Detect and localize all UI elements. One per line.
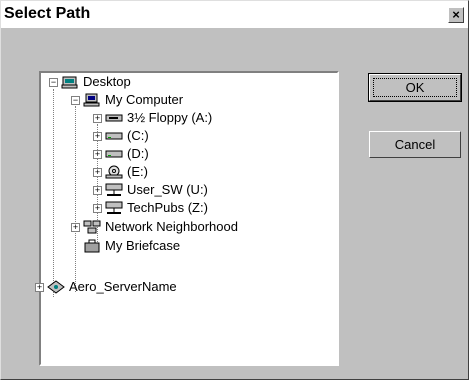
tree-item-label: 3½ Floppy (A:) (127, 110, 213, 125)
tree-item-desktop[interactable]: − Desktop (41, 73, 331, 91)
tree-item-drive-c[interactable]: + (C:) (41, 127, 331, 145)
cancel-button-label: Cancel (394, 137, 436, 152)
desktop-icon (61, 76, 78, 89)
tree-item-label: (C:) (127, 128, 149, 143)
tree-item-aero-servername[interactable]: + Aero_ServerName (35, 278, 331, 296)
cancel-button[interactable]: Cancel (369, 131, 461, 158)
hard-drive-icon (105, 132, 123, 140)
tree-item-label: (D:) (127, 146, 149, 161)
tree-item-drive-e[interactable]: + (E:) (41, 163, 331, 181)
close-button[interactable]: × (448, 7, 464, 23)
tree-item-user-sw[interactable]: + User_SW (U:) (41, 181, 331, 199)
server-icon (47, 280, 65, 294)
expand-icon[interactable]: + (93, 114, 102, 123)
network-drive-icon (105, 201, 123, 214)
floppy-drive-icon (105, 114, 123, 122)
expand-icon[interactable]: + (71, 223, 80, 232)
title-bar[interactable]: Select Path × (1, 1, 468, 28)
expand-icon[interactable]: + (93, 168, 102, 177)
tree-item-techpubs[interactable]: + TechPubs (Z:) (41, 199, 331, 217)
tree-item-my-computer[interactable]: − My Computer (41, 91, 331, 109)
tree-item-label: My Briefcase (105, 238, 181, 253)
expand-icon[interactable]: + (93, 132, 102, 141)
tree-item-label: Desktop (83, 74, 131, 89)
network-drive-icon (105, 183, 123, 196)
network-neighborhood-icon (83, 220, 101, 234)
expand-icon[interactable]: + (93, 204, 102, 213)
computer-icon (83, 93, 100, 107)
tree-item-label: User_SW (U:) (127, 182, 208, 197)
dialog-title: Select Path (4, 5, 91, 22)
select-path-dialog: Select Path × − Desktop − My Computer + … (0, 0, 469, 380)
expand-icon[interactable]: + (93, 150, 102, 159)
ok-button[interactable]: OK (368, 73, 462, 102)
tree-item-label: Aero_ServerName (69, 279, 177, 294)
expand-icon[interactable]: + (35, 283, 44, 292)
tree-item-label: (E:) (127, 164, 148, 179)
collapse-icon[interactable]: − (71, 96, 80, 105)
folder-tree[interactable]: − Desktop − My Computer + 3½ Floppy (A:)… (35, 71, 339, 366)
tree-item-label: My Computer (105, 92, 184, 107)
tree-item-network-neighborhood[interactable]: + Network Neighborhood (41, 218, 331, 236)
hard-drive-icon (105, 150, 123, 158)
tree-item-drive-d[interactable]: + (D:) (41, 145, 331, 163)
focus-rect (373, 78, 457, 97)
collapse-icon[interactable]: − (49, 78, 58, 87)
tree-item-label: Network Neighborhood (105, 219, 238, 234)
tree-item-floppy[interactable]: + 3½ Floppy (A:) (41, 109, 331, 127)
expand-icon[interactable]: + (93, 186, 102, 195)
close-icon: × (452, 7, 460, 22)
tree-item-label: TechPubs (Z:) (127, 200, 208, 215)
briefcase-icon (84, 239, 100, 253)
cd-drive-icon (105, 165, 123, 179)
tree-item-my-briefcase[interactable]: My Briefcase (41, 237, 331, 255)
